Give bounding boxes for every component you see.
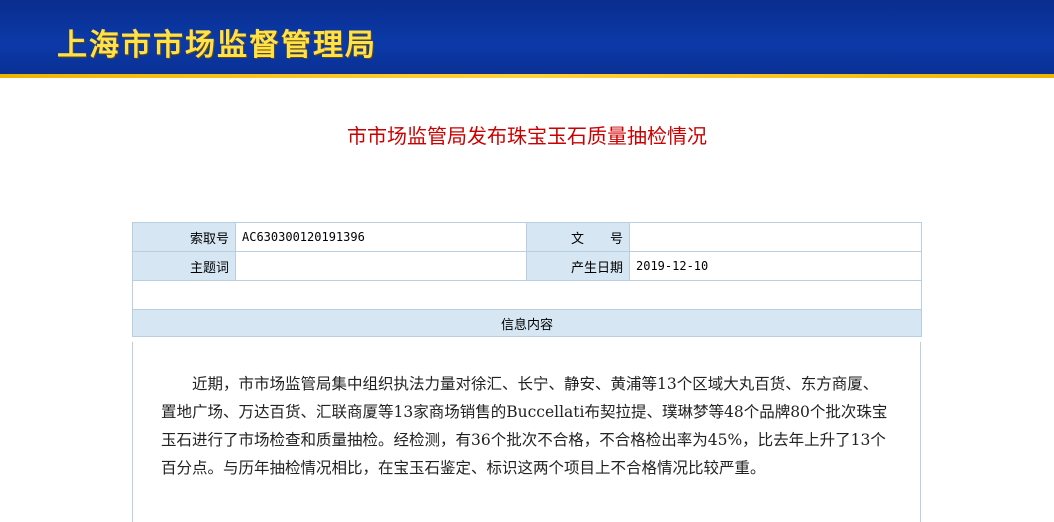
blank-cell xyxy=(132,280,922,310)
doc-no-value xyxy=(629,222,922,252)
article-title: 市市场监管局发布珠宝玉石质量抽检情况 xyxy=(347,124,707,148)
content-paragraph: 近期，市市场监管局集中组织执法力量对徐汇、长宁、静安、黄浦等13个区域大丸百货、… xyxy=(161,375,888,477)
content-box: 近期，市市场监管局集中组织执法力量对徐汇、长宁、静安、黄浦等13个区域大丸百货、… xyxy=(132,342,921,522)
date-label: 产生日期 xyxy=(526,251,630,281)
site-header: 上海市市场监督管理局 xyxy=(0,0,1054,78)
info-table: 索取号 AC630300120191396 文 号 主题词 产生日期 2019-… xyxy=(132,222,922,337)
subject-value xyxy=(235,251,527,281)
site-title: 上海市市场监督管理局 xyxy=(57,28,377,63)
info-row-subject: 主题词 产生日期 2019-12-10 xyxy=(132,251,922,281)
content-section-header: 信息内容 xyxy=(132,309,922,337)
info-row-index: 索取号 AC630300120191396 文 号 xyxy=(132,222,922,252)
index-label: 索取号 xyxy=(132,222,236,252)
content-section-label: 信息内容 xyxy=(132,309,922,337)
date-value: 2019-12-10 xyxy=(629,251,922,281)
index-value: AC630300120191396 xyxy=(235,222,527,252)
subject-label: 主题词 xyxy=(132,251,236,281)
doc-no-label: 文 号 xyxy=(526,222,630,252)
info-row-blank xyxy=(132,280,922,310)
